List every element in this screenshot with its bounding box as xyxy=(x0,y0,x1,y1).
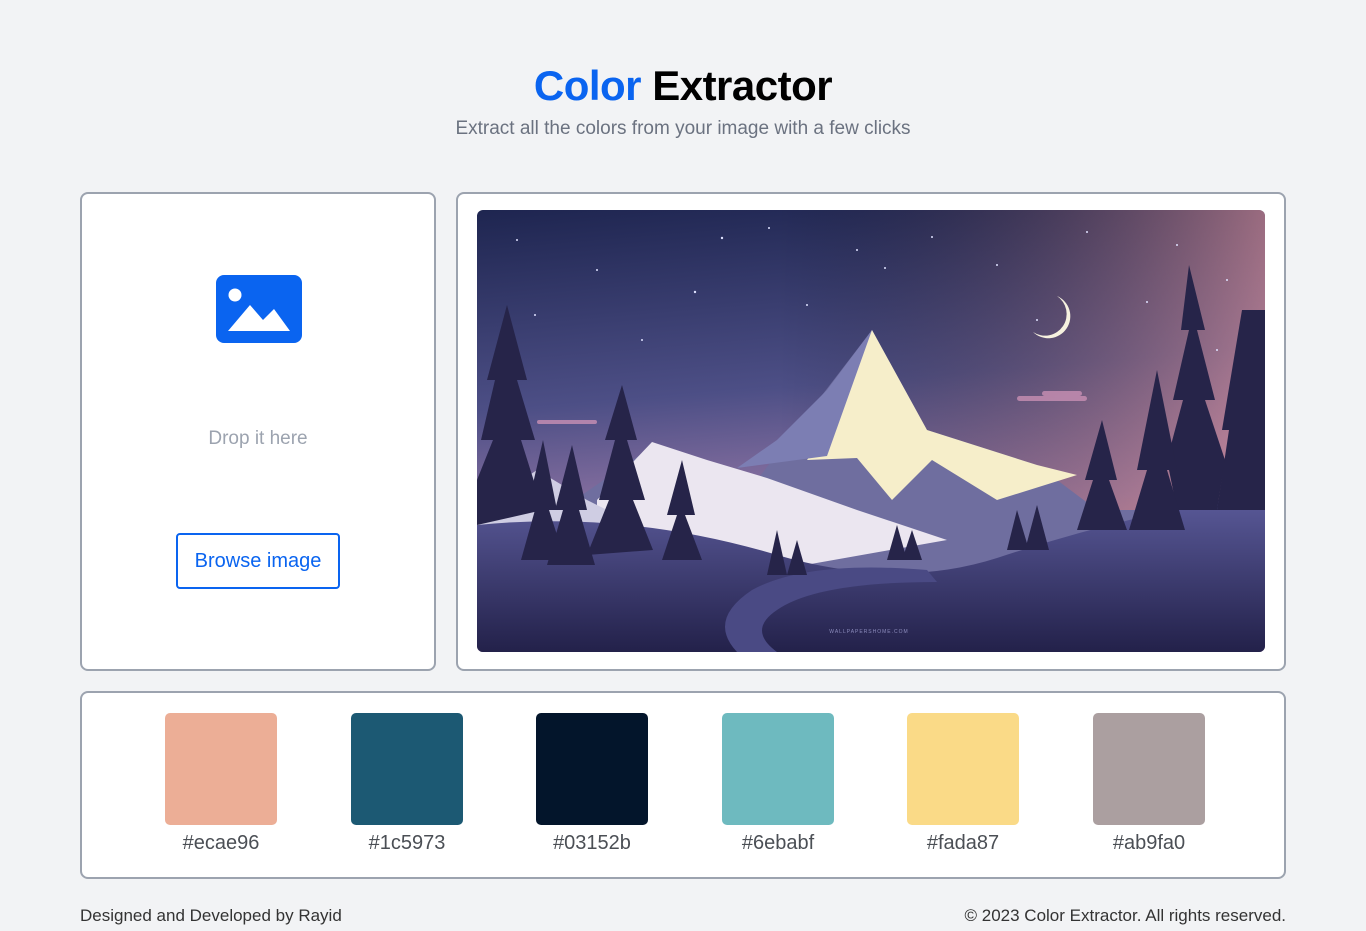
footer-copyright: © 2023 Color Extractor. All rights reser… xyxy=(964,906,1287,925)
image-watermark: WALLPAPERSHOME.COM xyxy=(829,629,908,635)
swatch-color-chip[interactable] xyxy=(351,713,463,825)
swatch-color-chip[interactable] xyxy=(722,713,834,825)
browse-image-button[interactable]: Browse image xyxy=(176,533,340,589)
swatch-hex-label: #03152b xyxy=(553,832,631,854)
title-rest: Extractor xyxy=(652,62,833,109)
page-title: Color Extractor xyxy=(0,60,1366,112)
image-icon xyxy=(216,275,302,343)
upload-dropzone[interactable]: Drop it here Browse image xyxy=(80,192,436,671)
color-swatch[interactable]: #ab9fa0 xyxy=(1089,713,1209,855)
color-palette: #ecae96 #1c5973 #03152b #6ebabf #fada87 #ab9f… xyxy=(80,691,1286,879)
color-swatch[interactable]: #03152b xyxy=(532,713,652,855)
swatch-hex-label: #ab9fa0 xyxy=(1112,832,1186,854)
swatch-hex-label: #6ebabf xyxy=(741,832,815,854)
color-swatch[interactable]: #1c5973 xyxy=(347,713,467,855)
swatch-color-chip[interactable] xyxy=(165,713,277,825)
title-accent: Color xyxy=(533,62,642,109)
drop-hint: Drop it here xyxy=(208,428,308,449)
swatch-hex-label: #1c5973 xyxy=(368,832,446,854)
swatch-hex-label: #ecae96 xyxy=(182,832,260,854)
color-swatch[interactable]: #fada87 xyxy=(903,713,1023,855)
swatch-color-chip[interactable] xyxy=(1093,713,1205,825)
swatch-hex-label: #fada87 xyxy=(926,832,1000,854)
image-preview-panel: WALLPAPERSHOME.COM xyxy=(456,192,1286,671)
page-header: Color Extractor Extract all the colors f… xyxy=(0,60,1366,140)
swatch-color-chip[interactable] xyxy=(907,713,1019,825)
color-swatch[interactable]: #ecae96 xyxy=(161,713,281,855)
footer-credit: Designed and Developed by Rayid xyxy=(80,906,342,925)
preview-image: WALLPAPERSHOME.COM xyxy=(477,210,1265,652)
color-swatch[interactable]: #6ebabf xyxy=(718,713,838,855)
swatch-list: #ecae96 #1c5973 #03152b #6ebabf #fada87 #ab9f… xyxy=(82,693,1284,877)
swatch-color-chip[interactable] xyxy=(536,713,648,825)
page-subtitle: Extract all the colors from your image w… xyxy=(455,118,911,139)
